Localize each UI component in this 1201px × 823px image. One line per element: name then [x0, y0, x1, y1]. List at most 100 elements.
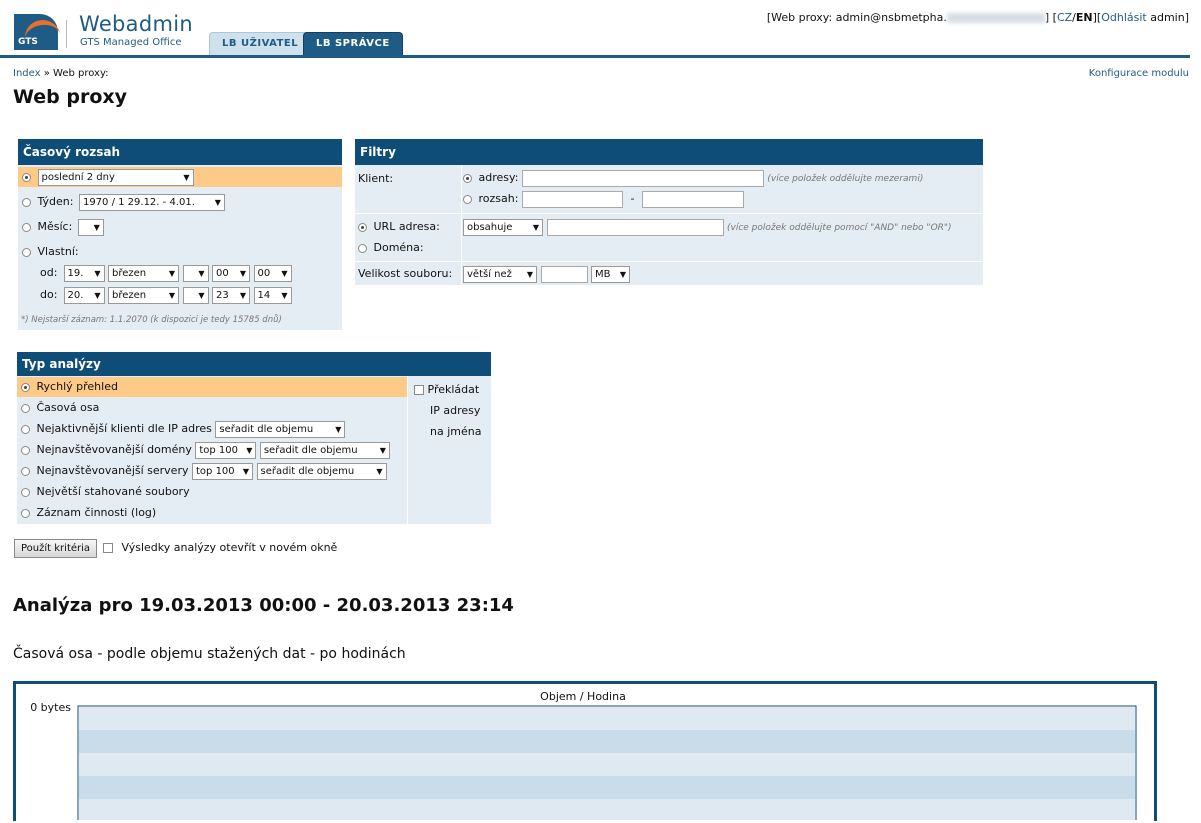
analysis-label-top-servers: Nejnavštěvovanější servery — [36, 464, 189, 477]
url-label: URL adresa: — [373, 220, 440, 233]
breadcrumb: Index » Web proxy: — [13, 68, 109, 79]
month-label: Měsíc: — [37, 220, 73, 233]
to-day-select[interactable]: 20. — [63, 286, 105, 304]
size-unit-select[interactable]: MB — [591, 265, 630, 283]
range-radio[interactable] — [463, 194, 472, 204]
lang-cz-link[interactable]: CZ — [1057, 11, 1072, 24]
new-window-checkbox[interactable] — [103, 543, 113, 553]
analysis-radio-quick[interactable] — [21, 382, 30, 392]
week-label: Týden: — [37, 195, 74, 208]
range-to-input[interactable] — [641, 190, 744, 208]
servers-top-select[interactable]: top 100 — [192, 462, 253, 480]
analysis-radio-timeline[interactable] — [21, 403, 30, 413]
logo-short: GTS — [18, 37, 38, 47]
translate-ip-checkbox[interactable] — [414, 385, 424, 395]
apply-criteria-button[interactable]: Použít kritéria — [14, 539, 98, 558]
custom-row: Vlastní: — [22, 242, 79, 262]
to-year-select[interactable] — [182, 286, 209, 304]
oldest-record-note: *) Nejstarší záznam: 1.1.2070 (k dispozi… — [21, 315, 282, 325]
addresses-hint: (více položek oddělujte mezerami) — [767, 174, 924, 184]
size-operator-select[interactable]: větší než — [463, 265, 537, 283]
analysis-col-divider — [407, 376, 408, 524]
preset-row: poslední 2 dny — [18, 167, 342, 187]
url-filter-row: obsahuje (více položek oddělujte pomocí … — [463, 217, 983, 237]
app-title: Webadmin — [79, 12, 193, 36]
addresses-radio[interactable] — [463, 173, 472, 183]
to-hour-select[interactable]: 23 — [212, 286, 250, 304]
domain-label: Doména: — [373, 241, 424, 254]
analysis-title: Typ analýzy — [17, 352, 491, 376]
current-user: admin] — [1146, 11, 1189, 24]
addresses-input[interactable] — [521, 169, 764, 187]
from-hour-select[interactable]: 00 — [212, 264, 250, 282]
breadcrumb-index-link[interactable]: Index — [13, 68, 41, 79]
analysis-label-largest-files: Největší stahované soubory — [36, 485, 190, 498]
logout-link[interactable]: Odhlásit — [1101, 11, 1147, 24]
month-radio[interactable] — [22, 222, 31, 232]
analysis-label-log: Záznam činnosti (log) — [36, 506, 157, 519]
analysis-option-largest-files[interactable]: Největší stahované soubory — [21, 482, 190, 502]
custom-radio[interactable] — [22, 247, 31, 257]
from-day-select[interactable]: 19. — [63, 264, 105, 282]
analysis-radio-top-clients[interactable] — [21, 424, 30, 434]
analysis-radio-top-servers[interactable] — [21, 466, 30, 476]
new-window-option[interactable]: Výsledky analýzy otevřít v novém okně — [103, 540, 337, 556]
to-minute-select[interactable]: 14 — [253, 286, 292, 304]
month-select[interactable] — [77, 218, 104, 236]
time-range-panel: Časový rozsah poslední 2 dny Týden: 1970… — [18, 139, 342, 330]
analysis-option-log[interactable]: Záznam činnosti (log) — [21, 503, 156, 523]
tab-lb-user[interactable]: LB UŽIVATEL — [209, 32, 312, 55]
url-hint: (více položek oddělujte pomocí "AND" neb… — [727, 223, 952, 233]
preset-select[interactable]: poslední 2 dny — [37, 168, 194, 186]
domains-sort-select[interactable]: seřadit dle objemu — [259, 441, 390, 459]
month-row: Měsíc: — [22, 217, 104, 237]
timeline-chart-svg: Objem / Hodina 0 bytes — [30, 690, 1137, 823]
chart-grid-band — [79, 776, 1135, 799]
tab-lb-admin[interactable]: LB SPRÁVCE — [303, 32, 403, 55]
analysis-radio-top-domains[interactable] — [21, 445, 30, 455]
analysis-option-top-servers[interactable]: Nejnavštěvovanější servery top 100 seřad… — [21, 461, 387, 481]
analysis-option-top-domains[interactable]: Nejnavštěvovanější domény top 100 seřadi… — [21, 440, 390, 460]
analysis-option-timeline[interactable]: Časová osa — [21, 398, 99, 418]
from-minute-select[interactable]: 00 — [253, 264, 292, 282]
to-month-select[interactable]: březen — [108, 286, 179, 304]
analysis-option-top-clients[interactable]: Nejaktivnější klienti dle IP adres seřad… — [21, 419, 346, 439]
chart-plot-area — [77, 705, 1137, 823]
translate-ip-option[interactable]: Překládat IP adresy na jména — [414, 379, 481, 442]
translate-ip-label-2: IP adresy — [430, 404, 481, 417]
range-label: rozsah: — [478, 192, 519, 205]
chart-grid-band — [79, 707, 1135, 730]
translate-ip-label-3: na jména — [430, 425, 482, 438]
analysis-radio-largest-files[interactable] — [21, 487, 30, 497]
clients-sort-select[interactable]: seřadit dle objemu — [215, 420, 346, 438]
from-month-select[interactable]: březen — [108, 264, 179, 282]
translate-ip-label-1: Překládat — [427, 383, 480, 396]
timeline-chart: Objem / Hodina 0 bytes — [13, 681, 1157, 823]
week-select[interactable]: 1970 / 1 29.12. - 4.01. — [78, 193, 225, 211]
chart-grid-band — [79, 730, 1135, 753]
analysis-result-title: Analýza pro 19.03.2013 00:00 - 20.03.201… — [13, 595, 514, 616]
from-year-select[interactable] — [182, 264, 209, 282]
addresses-row: adresy: (více položek oddělujte mezerami… — [463, 168, 983, 188]
servers-sort-select[interactable]: seřadit dle objemu — [256, 462, 387, 480]
url-input[interactable] — [546, 218, 724, 236]
url-radio[interactable] — [358, 222, 367, 232]
preset-radio[interactable] — [22, 172, 31, 182]
module-config-link[interactable]: Konfigurace modulu — [1089, 68, 1189, 79]
analysis-panel: Typ analýzy Rychlý přehled Časová osa Ne… — [17, 352, 491, 524]
domains-top-select[interactable]: top 100 — [195, 441, 257, 459]
analysis-radio-log[interactable] — [21, 508, 30, 518]
analysis-label-top-domains: Nejnavštěvovanější domény — [36, 443, 192, 456]
app-subtitle: GTS Managed Office — [80, 37, 182, 48]
breadcrumb-separator: » — [40, 68, 54, 79]
range-from-input[interactable] — [521, 190, 623, 208]
client-label: Klient: — [358, 172, 394, 185]
range-row: rozsah: - — [463, 189, 744, 209]
addresses-label: adresy: — [478, 171, 519, 184]
url-operator-select[interactable]: obsahuje — [463, 218, 543, 236]
analysis-option-quick[interactable]: Rychlý přehled — [17, 377, 407, 397]
size-input[interactable] — [540, 265, 588, 283]
week-radio[interactable] — [22, 197, 31, 207]
domain-radio[interactable] — [358, 243, 367, 253]
time-range-title: Časový rozsah — [18, 139, 342, 165]
